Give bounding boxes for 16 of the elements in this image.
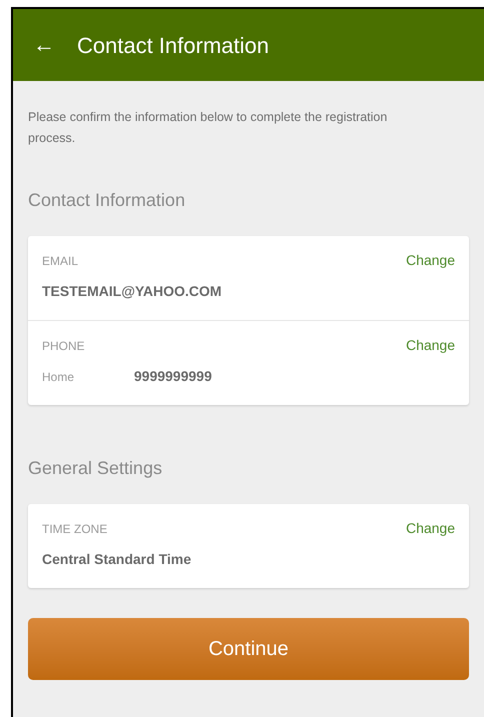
intro-text: Please confirm the information below to complete the registration process. — [28, 109, 388, 147]
screen-title: Contact Information — [77, 32, 269, 60]
section-heading: Contact Information — [28, 189, 186, 212]
field-label: PHONE — [42, 338, 85, 354]
field-value: Central Standard Time — [42, 550, 192, 569]
field-label: TIME ZONE — [42, 520, 108, 538]
change-link[interactable]: Change — [406, 518, 455, 539]
field-value: TESTEMAIL@YAHOO.COM — [42, 282, 222, 301]
continue-button[interactable]: Continue — [28, 618, 469, 680]
field-value: 9999999999 — [134, 367, 212, 386]
change-link[interactable]: Change — [406, 250, 455, 271]
change-link[interactable]: Change — [406, 335, 455, 356]
phone-type: Home — [42, 368, 76, 386]
section-heading: General Settings — [28, 457, 164, 480]
back-button[interactable]: ← — [33, 34, 55, 56]
field-label: EMAIL — [42, 252, 78, 270]
